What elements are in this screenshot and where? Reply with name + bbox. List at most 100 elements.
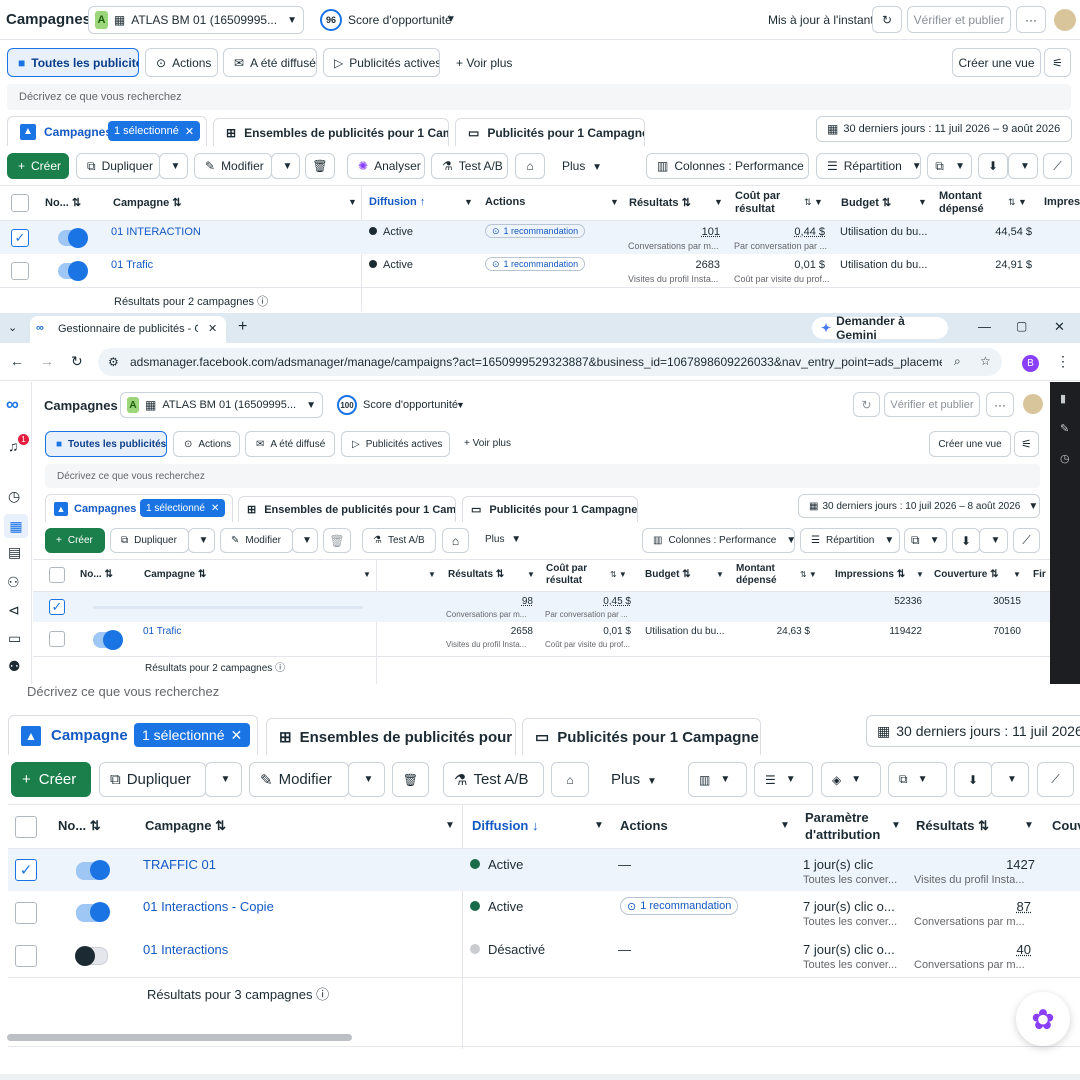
tag-button[interactable]: ⌂ bbox=[442, 528, 469, 553]
duplicate-dropdown[interactable]: ▼ bbox=[159, 153, 188, 179]
campaigns-table-icon[interactable]: ▦ bbox=[4, 514, 28, 538]
campaign-toggle[interactable] bbox=[76, 860, 110, 880]
row-checkbox[interactable]: ✓ bbox=[15, 859, 37, 881]
audience-icon[interactable]: ⚇ bbox=[7, 574, 20, 591]
header-budget[interactable]: Budget ⇅ bbox=[841, 196, 891, 209]
more-button[interactable]: ··· bbox=[1016, 6, 1046, 33]
account-selector[interactable]: A ▦ ATLAS BM 01 (16509995... ▼ bbox=[120, 392, 323, 418]
ab-test-button[interactable]: ⚗ Test A/B bbox=[431, 153, 508, 179]
campaign-name[interactable]: TRAFFIC 01 bbox=[143, 857, 216, 872]
campaign-name[interactable]: 01 INTERACTION bbox=[111, 226, 201, 238]
search-input[interactable]: Décrivez ce que vous recherchez bbox=[27, 684, 219, 699]
back-icon[interactable]: ← bbox=[10, 353, 24, 369]
close-icon[interactable]: ✕ bbox=[211, 503, 219, 514]
publish-button[interactable]: Vérifier et publier bbox=[907, 6, 1011, 33]
header-status[interactable]: No... ⇅ bbox=[58, 818, 101, 834]
info-icon[interactable]: ⓘ bbox=[275, 663, 285, 674]
chevron-down-icon[interactable]: ▼ bbox=[594, 820, 604, 831]
edit-dropdown[interactable]: ▼ bbox=[348, 762, 385, 797]
tag-button[interactable]: ⌂ bbox=[551, 762, 589, 797]
chevron-down-icon[interactable]: ▼ bbox=[363, 570, 371, 579]
minimize-icon[interactable]: — bbox=[978, 319, 991, 334]
reload-icon[interactable]: ↻ bbox=[71, 353, 83, 370]
row-checkbox[interactable] bbox=[15, 945, 37, 967]
gemini-button[interactable]: ✦ Demander à Gemini bbox=[812, 314, 948, 342]
campaign-name[interactable]: 01 Interactions bbox=[143, 942, 228, 957]
table-row[interactable]: ✓ 01 INTERACTION Active ⊙ 1 recommandatio… bbox=[0, 221, 1080, 254]
date-range-picker[interactable]: ▦ 30 derniers jours : 10 juil 2026 – 8 ao… bbox=[798, 494, 1040, 518]
duplicate-button[interactable]: ⧉ Dupliquer bbox=[99, 762, 206, 797]
chart-bar-icon[interactable]: ▮ bbox=[1060, 392, 1066, 405]
close-icon[interactable]: ✕ bbox=[185, 125, 194, 138]
maximize-icon[interactable]: ▢ bbox=[1016, 319, 1027, 333]
header-campaign[interactable]: Campagne ⇅ bbox=[144, 569, 206, 580]
account-selector[interactable]: A ▦ ATLAS BM 01 (16509995... ▼ bbox=[88, 6, 304, 34]
header-end[interactable]: Fir bbox=[1033, 569, 1050, 580]
edit-dropdown[interactable]: ▼ bbox=[292, 528, 318, 553]
header-reach[interactable]: Couverture ⇅ bbox=[934, 569, 999, 580]
breakdown-button[interactable]: ☰ Répartition ▼ bbox=[800, 528, 900, 553]
delete-button[interactable]: 🗑 bbox=[305, 153, 335, 179]
opportunity-score[interactable]: 96 bbox=[320, 9, 342, 31]
opportunity-score-label[interactable]: Score d'opportunité bbox=[348, 13, 452, 27]
browser-tab[interactable]: ∞ Gestionnaire de publicités - Gé ✕ bbox=[30, 316, 226, 343]
accounts-icon[interactable]: ⚉ bbox=[8, 658, 21, 675]
tab-all-ads[interactable]: ■ Toutes les publicités bbox=[7, 48, 139, 77]
recommendation-badge[interactable]: ⊙ 1 recommandation bbox=[485, 224, 586, 238]
search-input[interactable]: Décrivez ce que vous recherchez bbox=[7, 84, 1071, 110]
pencil-icon[interactable]: ✎ bbox=[1060, 422, 1069, 435]
row-checkbox[interactable] bbox=[15, 902, 37, 924]
chevron-down-icon[interactable]: ▼ bbox=[446, 14, 456, 25]
header-campaign[interactable]: Campagne ⇅ bbox=[145, 818, 226, 834]
reports-button[interactable]: ⧉ ▼ bbox=[888, 762, 947, 797]
date-range-picker[interactable]: ▦ 30 derniers jours : 11 juil 2026 - bbox=[866, 715, 1080, 747]
campaign-toggle[interactable] bbox=[93, 630, 123, 650]
more-menu[interactable]: Plus ▼ bbox=[485, 534, 521, 545]
close-icon[interactable]: ✕ bbox=[231, 727, 243, 744]
see-more-link[interactable]: + Voir plus bbox=[464, 438, 511, 449]
table-row[interactable]: 01 Trafic Active ⊙ 1 recommandation 2683 … bbox=[0, 254, 1080, 287]
campaign-name[interactable]: 01 Trafic bbox=[111, 259, 153, 271]
header-status[interactable]: No... ⇅ bbox=[45, 196, 81, 209]
chevron-down-icon[interactable]: ▼ bbox=[610, 197, 619, 207]
duplicate-button[interactable]: ⧉ Dupliquer bbox=[76, 153, 160, 179]
chevron-down-icon[interactable]: ▼ bbox=[348, 197, 357, 207]
tab-ads[interactable]: ▭ Publicités pour 1 Campagne bbox=[455, 118, 645, 146]
tab-active-ads[interactable]: ▷ Publicités actives bbox=[323, 48, 440, 77]
chevron-down-icon[interactable]: ▼ bbox=[527, 570, 535, 579]
duplicate-dropdown[interactable]: ▼ bbox=[205, 762, 242, 797]
tab-delivered[interactable]: ✉ A été diffusé bbox=[245, 431, 335, 457]
chevron-down-icon[interactable]: ⇅ ▼ bbox=[804, 197, 823, 208]
layers-button[interactable]: ◈ ▼ bbox=[821, 762, 881, 797]
ab-test-button[interactable]: ⚗ Test A/B bbox=[443, 762, 544, 797]
settings-sliders-button[interactable]: ⚟ bbox=[1014, 431, 1039, 457]
opportunity-score-label[interactable]: Score d'opportunité bbox=[363, 399, 458, 411]
chevron-down-icon[interactable]: ▼ bbox=[780, 820, 790, 831]
chevron-down-icon[interactable]: ▼ bbox=[916, 570, 924, 579]
create-view-button[interactable]: Créer une vue bbox=[952, 48, 1041, 77]
table-row[interactable]: 01 Interactions Désactivé — 7 jour(s) cl… bbox=[8, 934, 1080, 977]
profile-avatar[interactable]: B bbox=[1022, 355, 1039, 372]
create-button[interactable]: + Créer bbox=[11, 762, 91, 797]
forward-icon[interactable]: → bbox=[40, 353, 54, 369]
opportunity-score[interactable]: 100 bbox=[337, 395, 357, 415]
campaign-name[interactable]: 01 Interactions - Copie bbox=[143, 899, 274, 914]
chart-button[interactable]: ⟋ bbox=[1043, 153, 1072, 179]
assistant-flower-icon[interactable]: ✿ bbox=[1016, 992, 1070, 1046]
close-window-icon[interactable]: ✕ bbox=[1054, 319, 1065, 335]
breakdown-button[interactable]: ☰ ▼ bbox=[754, 762, 813, 797]
dashboard-icon[interactable]: ◷ bbox=[8, 488, 20, 505]
chevron-down-icon[interactable]: ▼ bbox=[456, 400, 465, 410]
header-delivery[interactable]: Diffusion ↑ bbox=[369, 196, 425, 208]
row-checkbox[interactable]: ✓ bbox=[11, 229, 29, 247]
site-settings-icon[interactable]: ⚙ bbox=[108, 355, 119, 369]
pages-icon[interactable]: ▤ bbox=[8, 544, 21, 561]
delete-button[interactable]: 🗑 bbox=[323, 528, 351, 553]
more-menu[interactable]: Plus ▼ bbox=[611, 771, 657, 788]
notifications-icon[interactable]: ♫ bbox=[8, 438, 19, 454]
tab-active-ads[interactable]: ▷ Publicités actives bbox=[341, 431, 450, 457]
search-input[interactable]: Décrivez ce que vous recherchez bbox=[45, 464, 1040, 488]
table-row[interactable]: ✓ TRAFFIC 01 Active — 1 jour(s) clic Tou… bbox=[8, 849, 1080, 891]
recommendation-badge[interactable]: ⊙ 1 recommandation bbox=[485, 257, 586, 271]
info-icon[interactable]: ⓘ bbox=[316, 987, 329, 1002]
